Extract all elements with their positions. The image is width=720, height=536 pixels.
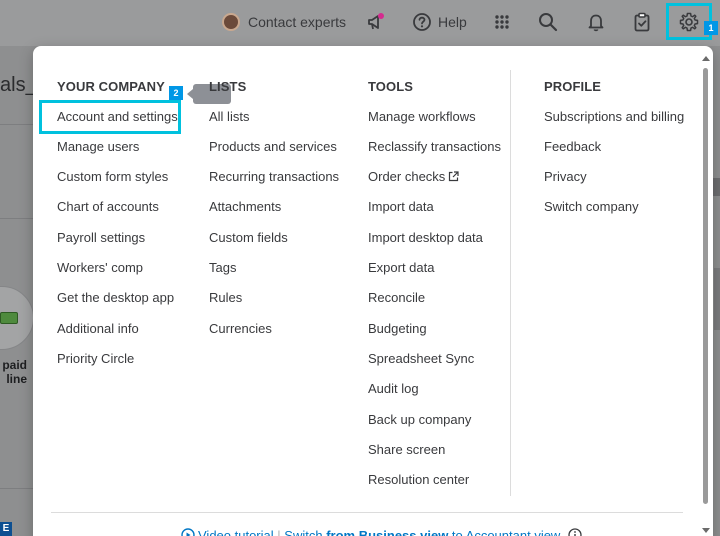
search-icon <box>539 13 558 32</box>
menu-item-order-checks[interactable]: Order checks <box>368 169 459 185</box>
bell-icon <box>588 14 604 32</box>
column-title-profile: PROFILE <box>544 79 602 94</box>
help-icon <box>413 13 431 31</box>
background-right-panel <box>714 268 720 330</box>
footer-divider <box>51 512 683 513</box>
menu-item-custom-form-styles[interactable]: Custom form styles <box>57 169 168 185</box>
menu-item-priority-circle[interactable]: Priority Circle <box>57 351 134 367</box>
background-paid-label: paid line <box>0 358 27 386</box>
menu-item-subscriptions-and-billing[interactable]: Subscriptions and billing <box>544 109 684 125</box>
menu-item-chart-of-accounts[interactable]: Chart of accounts <box>57 199 159 215</box>
menu-item-recurring-transactions[interactable]: Recurring transactions <box>209 169 339 185</box>
switch-view-link-end: to Accountant view <box>448 528 561 536</box>
notifications-button[interactable] <box>586 0 606 44</box>
settings-dropdown-panel: 2 YOUR COMPANY Account and settings Mana… <box>33 46 713 536</box>
app-header-background <box>0 0 720 46</box>
menu-item-reconcile[interactable]: Reconcile <box>368 290 425 306</box>
menu-item-back-up-company[interactable]: Back up company <box>368 412 471 428</box>
menu-item-workers-comp[interactable]: Workers' comp <box>57 260 143 276</box>
expert-avatar-icon <box>222 13 240 31</box>
switch-view-link[interactable]: Switch from Business view to Accountant … <box>284 528 560 536</box>
menu-item-currencies[interactable]: Currencies <box>209 321 272 337</box>
background-title-fragment: als_ <box>0 74 37 96</box>
menu-item-payroll-settings[interactable]: Payroll settings <box>57 230 145 246</box>
menu-item-reclassify-transactions[interactable]: Reclassify transactions <box>368 139 501 155</box>
scroll-down-arrow-icon[interactable] <box>702 528 710 533</box>
help-button[interactable]: Help <box>412 0 467 44</box>
column-title-lists: LISTS <box>209 79 247 94</box>
background-badge: E <box>0 522 12 536</box>
menu-item-spreadsheet-sync[interactable]: Spreadsheet Sync <box>368 351 474 367</box>
external-link-icon <box>449 171 459 182</box>
gear-icon <box>679 12 699 31</box>
scroll-up-arrow-icon[interactable] <box>702 56 710 61</box>
megaphone-icon <box>368 13 384 30</box>
column-title-tools: TOOLS <box>368 79 414 94</box>
step-badge-2: 2 <box>169 86 183 100</box>
switch-view-link-start: Switch <box>284 528 327 536</box>
order-checks-label: Order checks <box>368 169 446 184</box>
column-divider <box>510 70 511 496</box>
menu-item-manage-users[interactable]: Manage users <box>57 139 139 155</box>
menu-item-attachments[interactable]: Attachments <box>209 199 281 215</box>
step-badge-1: 1 <box>704 21 718 35</box>
scrollbar-thumb[interactable] <box>703 68 708 504</box>
menu-item-privacy[interactable]: Privacy <box>544 169 587 185</box>
search-button[interactable] <box>538 0 558 44</box>
menu-item-get-desktop-app[interactable]: Get the desktop app <box>57 290 174 306</box>
video-tutorial-link[interactable]: Video tutorial <box>198 528 274 536</box>
menu-item-audit-log[interactable]: Audit log <box>368 381 419 397</box>
contact-experts-label: Contact experts <box>248 14 347 30</box>
contact-experts-button[interactable]: Contact experts <box>222 0 346 44</box>
menu-item-feedback[interactable]: Feedback <box>544 139 601 155</box>
menu-item-account-and-settings[interactable]: Account and settings <box>57 109 178 125</box>
info-icon[interactable] <box>568 528 582 536</box>
feedback-button[interactable] <box>366 0 386 44</box>
menu-item-tags[interactable]: Tags <box>209 260 236 276</box>
switch-view-link-bold: from Business view <box>326 528 449 536</box>
menu-item-all-lists[interactable]: All lists <box>209 109 249 125</box>
menu-item-export-data[interactable]: Export data <box>368 260 435 276</box>
column-title-your-company: YOUR COMPANY <box>57 79 165 94</box>
background-paid-line1: paid <box>2 358 27 372</box>
menu-item-custom-fields[interactable]: Custom fields <box>209 230 288 246</box>
menu-item-import-desktop-data[interactable]: Import desktop data <box>368 230 483 246</box>
footer-view-switch: Video tutorial | Switch from Business vi… <box>181 528 582 536</box>
tasks-button[interactable] <box>633 0 651 44</box>
apps-button[interactable] <box>494 0 510 44</box>
menu-item-manage-workflows[interactable]: Manage workflows <box>368 109 476 125</box>
menu-item-additional-info[interactable]: Additional info <box>57 321 139 337</box>
menu-item-budgeting[interactable]: Budgeting <box>368 321 427 337</box>
help-label: Help <box>438 14 467 30</box>
apps-grid-icon <box>495 15 509 29</box>
menu-item-products-and-services[interactable]: Products and services <box>209 139 337 155</box>
play-circle-icon <box>181 528 195 536</box>
menu-item-rules[interactable]: Rules <box>209 290 242 306</box>
menu-item-resolution-center[interactable]: Resolution center <box>368 472 469 488</box>
menu-item-share-screen[interactable]: Share screen <box>368 442 445 458</box>
menu-item-switch-company[interactable]: Switch company <box>544 199 639 215</box>
menu-item-import-data[interactable]: Import data <box>368 199 434 215</box>
money-icon <box>0 312 18 324</box>
clipboard-check-icon <box>634 12 650 32</box>
panel-scrollbar[interactable] <box>700 54 710 536</box>
background-paid-line2: line <box>6 372 27 386</box>
